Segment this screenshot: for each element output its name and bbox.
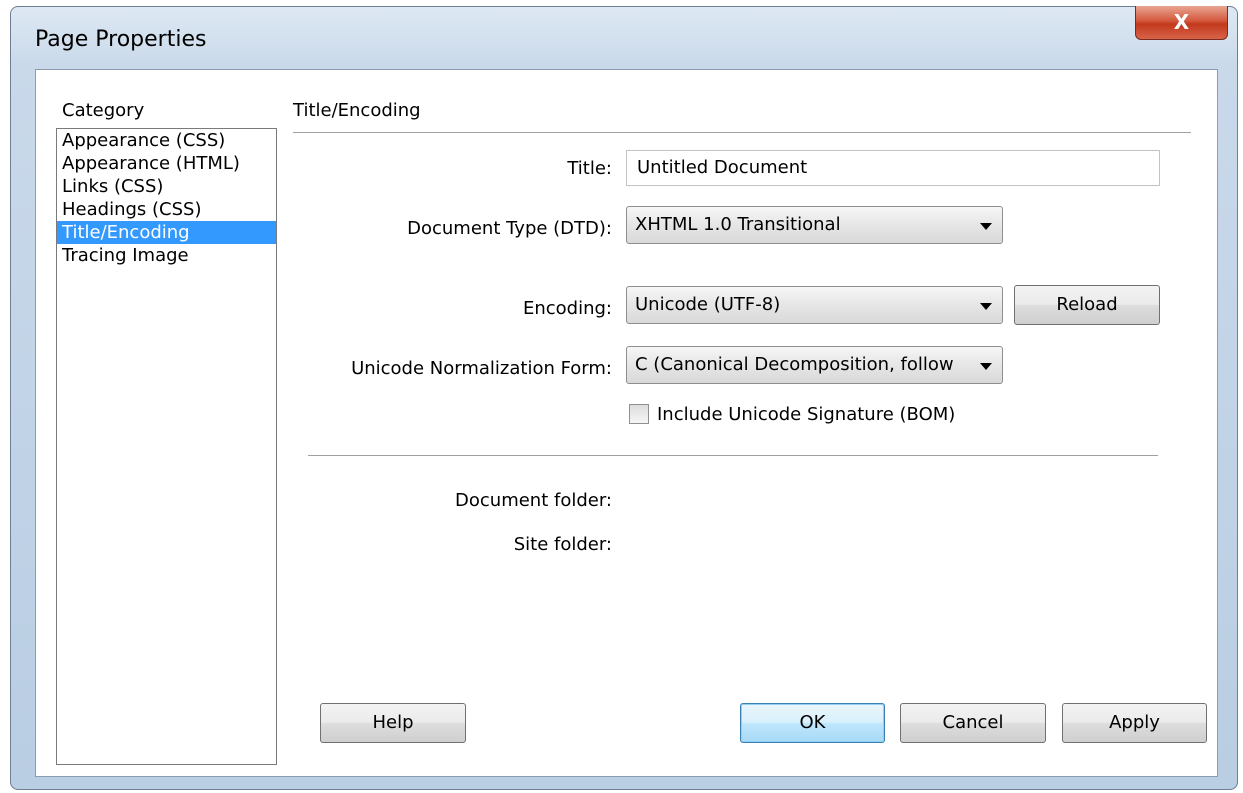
chevron-down-icon [980,223,992,230]
title-label: Title: [567,158,612,179]
title-input[interactable]: Untitled Document [626,150,1160,186]
category-item-appearance-css[interactable]: Appearance (CSS) [57,129,276,152]
dialog-content: Category Appearance (CSS) Appearance (HT… [35,69,1218,777]
chevron-down-icon [980,303,992,310]
cancel-button[interactable]: Cancel [900,703,1046,743]
normalization-select[interactable]: C (Canonical Decomposition, follow [626,346,1003,384]
document-folder-label: Document folder: [455,490,612,511]
encoding-label: Encoding: [522,298,612,319]
reload-button[interactable]: Reload [1014,285,1160,325]
category-item-tracing-image[interactable]: Tracing Image [57,244,276,267]
close-icon: X [1173,10,1190,34]
window-title: Page Properties [35,27,207,52]
dtd-select[interactable]: XHTML 1.0 Transitional [626,206,1003,244]
normalization-select-value: C (Canonical Decomposition, follow [635,354,954,375]
bom-checkbox-label[interactable]: Include Unicode Signature (BOM) [657,404,955,425]
panel-heading-divider [293,132,1191,133]
bom-checkbox[interactable] [629,404,649,424]
dtd-label: Document Type (DTD): [407,218,612,239]
site-folder-label: Site folder: [513,534,612,555]
chevron-down-icon [980,363,992,370]
panel-heading: Title/Encoding [293,100,421,121]
page-properties-dialog: Page Properties X Category Appearance (C… [10,6,1238,790]
close-button[interactable]: X [1135,6,1228,40]
section-divider [308,455,1158,456]
help-button[interactable]: Help [320,703,466,743]
encoding-select[interactable]: Unicode (UTF-8) [626,286,1003,324]
ok-button[interactable]: OK [740,703,885,743]
category-heading: Category [62,100,145,121]
apply-button[interactable]: Apply [1062,703,1207,743]
encoding-select-value: Unicode (UTF-8) [635,294,781,315]
dtd-select-value: XHTML 1.0 Transitional [635,214,841,235]
normalization-label: Unicode Normalization Form: [351,358,612,379]
